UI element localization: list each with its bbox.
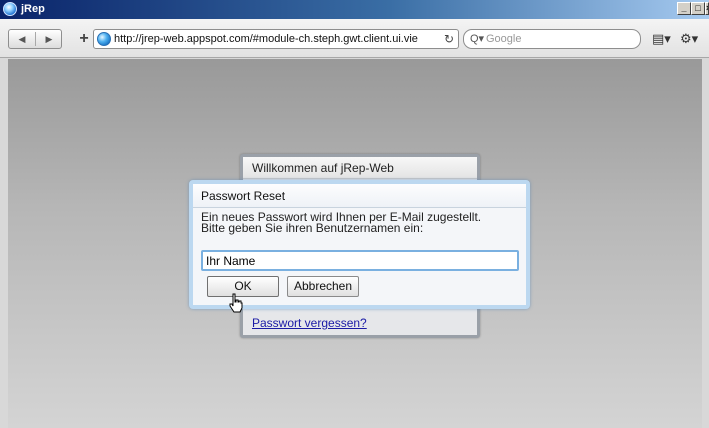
search-input[interactable]: [486, 32, 636, 46]
cancel-button[interactable]: Abbrechen: [287, 276, 359, 297]
username-input[interactable]: [201, 250, 519, 271]
dialog-title: Passwort Reset: [193, 184, 526, 208]
dialog-message-line2: Bitte geben Sie ihren Benutzernamen ein:: [201, 221, 424, 235]
dialog-message: Ein neues Passwort wird Ihnen per E-Mail…: [201, 211, 521, 235]
tools-gear-icon[interactable]: ⚙▾: [680, 31, 698, 47]
minimize-button[interactable]: _: [677, 2, 691, 15]
add-bookmark-button[interactable]: +: [77, 31, 91, 47]
search-box[interactable]: Q▾: [463, 29, 641, 49]
password-reset-dialog: Passwort Reset Ein neues Passwort wird I…: [189, 180, 530, 309]
close-button[interactable]: ×: [705, 2, 709, 15]
nav-button-group: ◀ ▶: [8, 29, 62, 49]
back-button[interactable]: ◀: [9, 30, 35, 48]
address-bar[interactable]: http://jrep-web.appspot.com/#module-ch.s…: [93, 29, 459, 49]
hand-cursor-icon: [229, 293, 243, 313]
forgot-password-link[interactable]: Passwort vergessen?: [252, 316, 367, 330]
window-title: jRep: [21, 3, 45, 15]
url-text[interactable]: http://jrep-web.appspot.com/#module-ch.s…: [114, 33, 439, 46]
window-titlebar: jRep _ □ ×: [0, 0, 709, 19]
search-icon[interactable]: Q▾: [470, 33, 484, 46]
maximize-button[interactable]: □: [691, 2, 705, 15]
page-menu-icon[interactable]: ▤▾: [652, 31, 671, 47]
app-globe-icon: [3, 2, 17, 16]
login-panel-title: Willkommen auf jRep-Web: [243, 157, 477, 179]
forward-button[interactable]: ▶: [36, 30, 62, 48]
browser-toolbar: ◀ ▶ + http://jrep-web.appspot.com/#modul…: [0, 19, 709, 58]
reload-icon[interactable]: ↻: [444, 32, 454, 46]
site-globe-icon: [97, 32, 111, 46]
